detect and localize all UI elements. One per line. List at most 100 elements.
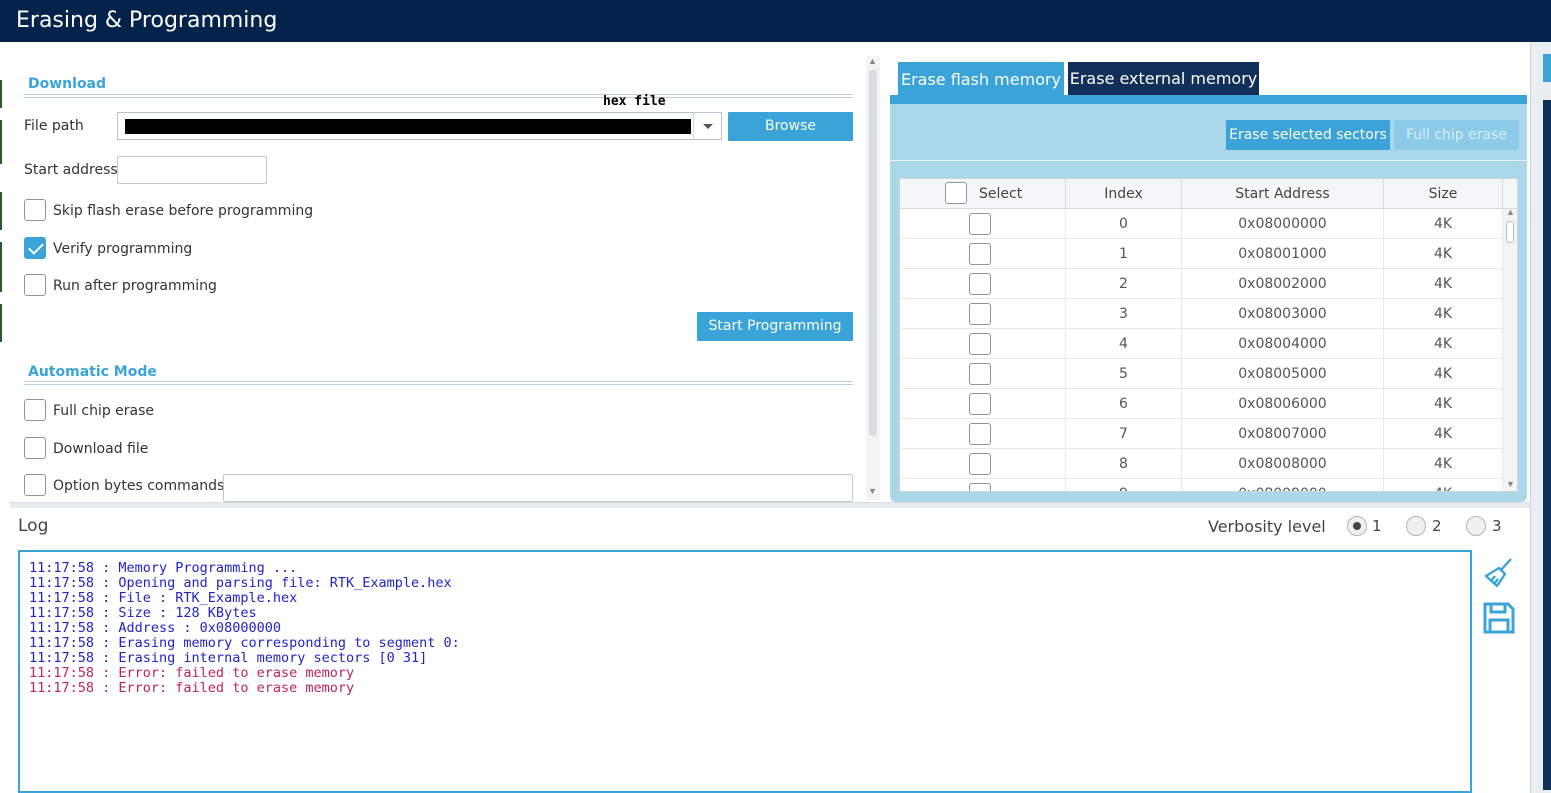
full-chip-erase-button[interactable]: Full chip erase (1394, 120, 1519, 150)
column-index[interactable]: Index (1066, 179, 1182, 209)
row-select-checkbox[interactable] (969, 333, 991, 355)
run-after-programming-checkbox[interactable] (24, 274, 46, 296)
start-address-cell: 0x08008000 (1182, 449, 1384, 479)
chevron-down-icon[interactable] (693, 113, 721, 139)
column-size[interactable]: Size (1384, 179, 1503, 209)
table-header: Select Index Start Address Size (900, 179, 1517, 209)
table-row[interactable]: 3 0x08003000 4K (900, 299, 1503, 329)
index-cell: 8 (1066, 449, 1182, 479)
select-cell[interactable] (900, 239, 1066, 269)
log-output[interactable]: 11:17:58 : Memory Programming ... 11:17:5… (18, 550, 1472, 793)
log-line: 11:17:58 : Opening and parsing file: RTK… (29, 575, 452, 591)
tab-erase-flash-memory[interactable]: Erase flash memory (898, 62, 1064, 95)
start-address-cell: 0x08007000 (1182, 419, 1384, 449)
left-nav-strip (0, 42, 10, 793)
table-row[interactable]: 4 0x08004000 4K (900, 329, 1503, 359)
log-line: 11:17:58 : Size : 128 KBytes (29, 605, 257, 621)
panel-separator (890, 160, 1527, 161)
scroll-up-icon[interactable]: ▲ (868, 56, 877, 66)
select-cell[interactable] (900, 389, 1066, 419)
verbosity-radio-2[interactable] (1406, 516, 1426, 536)
option-bytes-checkbox[interactable] (24, 474, 46, 496)
browse-button[interactable]: Browse (728, 112, 853, 141)
file-path-combobox[interactable] (117, 112, 722, 140)
table-scrollbar[interactable]: ▲ ▼ (1503, 207, 1517, 491)
row-select-checkbox[interactable] (969, 423, 991, 445)
row-select-checkbox[interactable] (969, 303, 991, 325)
row-select-checkbox[interactable] (969, 213, 991, 235)
select-cell[interactable] (900, 359, 1066, 389)
row-select-checkbox[interactable] (969, 393, 991, 415)
scroll-down-icon[interactable]: ▼ (868, 486, 877, 496)
log-line: 11:17:58 : Erasing memory corresponding … (29, 635, 460, 651)
pane-splitter[interactable] (10, 502, 1530, 508)
tab-strip-bar (890, 95, 1527, 104)
start-address-cell: 0x08001000 (1182, 239, 1384, 269)
right-side-strip (1530, 42, 1551, 793)
column-select[interactable]: Select (900, 179, 1066, 209)
size-cell: 4K (1384, 359, 1503, 389)
row-select-checkbox[interactable] (969, 483, 991, 491)
verbosity-label: Verbosity level (1208, 517, 1326, 536)
start-address-cell: 0x08006000 (1182, 389, 1384, 419)
column-start-address[interactable]: Start Address (1182, 179, 1384, 209)
row-select-checkbox[interactable] (969, 243, 991, 265)
download-file-label: Download file (53, 441, 149, 457)
download-file-checkbox[interactable] (24, 437, 46, 459)
index-cell: 7 (1066, 419, 1182, 449)
table-row[interactable]: 0 0x08000000 4K (900, 209, 1503, 239)
table-row[interactable]: 8 0x08008000 4K (900, 449, 1503, 479)
size-cell: 4K (1384, 299, 1503, 329)
table-row[interactable]: 7 0x08007000 4K (900, 419, 1503, 449)
size-cell: 4K (1384, 209, 1503, 239)
table-row[interactable]: 90x080090004K (900, 479, 1503, 491)
save-icon[interactable] (1482, 601, 1516, 640)
row-select-checkbox[interactable] (969, 363, 991, 385)
table-row[interactable]: 6 0x08006000 4K (900, 389, 1503, 419)
auto-full-chip-erase-checkbox[interactable] (24, 399, 46, 421)
scrollbar-thumb[interactable] (1506, 221, 1514, 243)
select-cell[interactable] (900, 269, 1066, 299)
download-section-title: Download (28, 76, 107, 92)
select-cell[interactable] (900, 449, 1066, 479)
table-row[interactable]: 5 0x08005000 4K (900, 359, 1503, 389)
left-panel-scrollbar[interactable]: ▲ ▼ (866, 56, 880, 500)
select-cell[interactable] (900, 479, 1066, 491)
table-row[interactable]: 1 0x08001000 4K (900, 239, 1503, 269)
tab-erase-external-memory[interactable]: Erase external memory (1068, 62, 1259, 95)
start-address-cell: 0x08002000 (1182, 269, 1384, 299)
scroll-up-icon[interactable]: ▲ (1506, 207, 1515, 217)
broom-icon[interactable] (1484, 556, 1516, 595)
option-bytes-input[interactable] (223, 474, 853, 502)
select-cell[interactable] (900, 419, 1066, 449)
start-address-label: Start address (24, 162, 118, 178)
select-cell[interactable] (900, 209, 1066, 239)
verbosity-radio-1[interactable] (1347, 516, 1367, 536)
select-cell[interactable] (900, 329, 1066, 359)
start-address-cell: 0x08003000 (1182, 299, 1384, 329)
redacted-file-path (125, 119, 691, 134)
row-select-checkbox[interactable] (969, 273, 991, 295)
select-cell[interactable] (900, 299, 1066, 329)
log-line: 11:17:58 : File : RTK_Example.hex (29, 590, 298, 606)
log-title: Log (18, 516, 49, 536)
automatic-mode-section-title: Automatic Mode (28, 364, 157, 380)
start-address-cell: 0x08004000 (1182, 329, 1384, 359)
select-all-checkbox[interactable] (945, 182, 967, 204)
skip-flash-erase-checkbox[interactable] (24, 199, 46, 221)
start-address-cell: 0x08000000 (1182, 209, 1384, 239)
start-address-input[interactable] (117, 156, 267, 184)
scrollbar-thumb[interactable] (869, 70, 877, 436)
verify-programming-checkbox[interactable] (24, 237, 46, 259)
row-select-checkbox[interactable] (969, 453, 991, 475)
index-cell: 5 (1066, 359, 1182, 389)
start-programming-button[interactable]: Start Programming (697, 312, 853, 341)
size-cell: 4K (1384, 419, 1503, 449)
size-cell: 4K (1384, 269, 1503, 299)
erase-selected-sectors-button[interactable]: Erase selected sectors (1226, 120, 1390, 150)
log-line: 11:17:58 : Erasing internal memory secto… (29, 650, 428, 666)
verbosity-radio-3[interactable] (1466, 516, 1486, 536)
log-line: 11:17:58 : Address : 0x08000000 (29, 620, 281, 636)
table-row[interactable]: 2 0x08002000 4K (900, 269, 1503, 299)
scroll-down-icon[interactable]: ▼ (1506, 479, 1515, 489)
